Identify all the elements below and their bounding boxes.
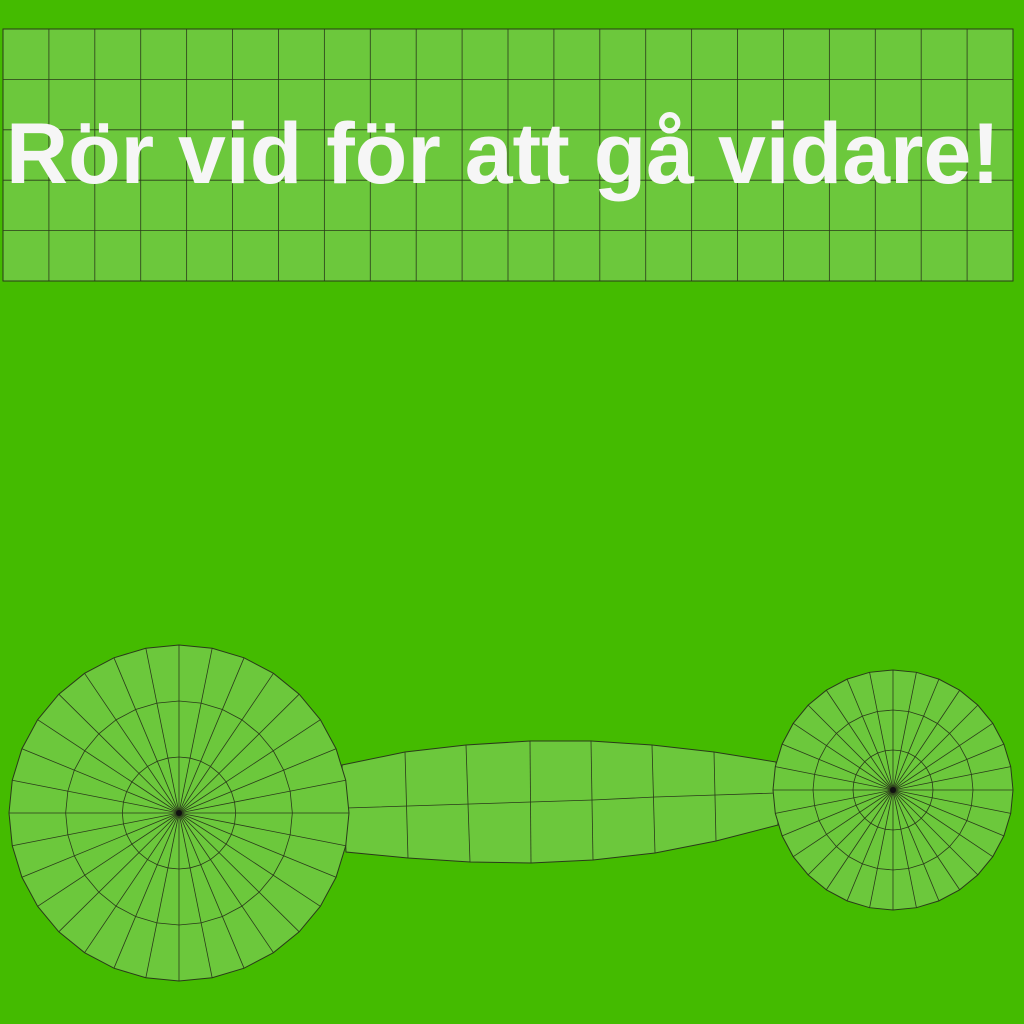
game-scene[interactable]: Rör vid för att gå vidare! — [0, 0, 1024, 1024]
right-disc-hub — [890, 787, 896, 793]
left-disc-mesh — [8, 644, 350, 982]
continue-prompt-banner[interactable]: Rör vid för att gå vidare! — [2, 28, 1014, 282]
continue-prompt-text: Rör vid för att gå vidare! — [6, 106, 1000, 202]
right-disc-mesh — [772, 669, 1014, 911]
left-disc-hub — [176, 810, 182, 816]
